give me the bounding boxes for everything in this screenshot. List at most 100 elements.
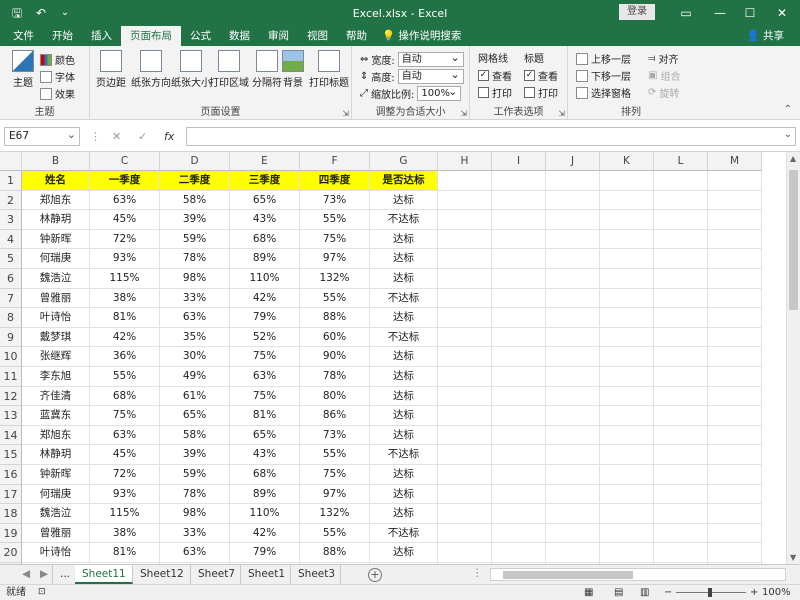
table-cell[interactable]: 81% <box>90 308 160 328</box>
empty-cell[interactable] <box>600 504 654 524</box>
empty-cell[interactable] <box>600 543 654 563</box>
empty-cell[interactable] <box>546 347 600 367</box>
table-cell[interactable]: 达标 <box>370 406 438 426</box>
scroll-up-icon[interactable]: ▲ <box>790 154 796 163</box>
empty-cell[interactable] <box>546 504 600 524</box>
table-cell[interactable]: 达标 <box>370 229 438 250</box>
sheet-tab-sheet12[interactable]: Sheet12 <box>133 565 191 584</box>
zoom-thumb[interactable] <box>708 588 712 597</box>
row-header[interactable]: 7 <box>0 288 22 309</box>
table-cell[interactable]: 钟新晖 <box>22 465 90 485</box>
table-cell[interactable]: 65% <box>230 425 300 446</box>
column-header-F[interactable]: F <box>300 152 370 171</box>
empty-cell[interactable] <box>492 543 546 563</box>
enter-icon[interactable]: ✓ <box>138 127 147 146</box>
table-cell[interactable]: 68% <box>90 386 160 407</box>
table-cell[interactable]: 33% <box>160 288 230 309</box>
close-button[interactable]: ✕ <box>764 0 800 26</box>
empty-cell[interactable] <box>492 308 546 328</box>
headings-print-checkbox[interactable]: 打印 <box>524 85 558 100</box>
empty-cell[interactable] <box>546 288 600 309</box>
tab-data[interactable]: 数据 <box>220 26 259 46</box>
worksheet-grid[interactable]: ▲ ▼ B C D E F G H I J K L M 1 姓名 一季度 二季度 三季度 四季度 是否达标 2 郑旭东 6… <box>0 152 800 564</box>
empty-cell[interactable] <box>600 367 654 387</box>
empty-cell[interactable] <box>600 484 654 505</box>
empty-cell[interactable] <box>438 445 492 465</box>
table-cell[interactable]: 39% <box>160 445 230 465</box>
empty-cell[interactable] <box>546 190 600 211</box>
tab-formulas[interactable]: 公式 <box>181 26 220 46</box>
empty-cell[interactable] <box>654 190 708 211</box>
empty-cell[interactable] <box>438 210 492 230</box>
table-cell[interactable]: 魏浩泣 <box>22 269 90 289</box>
empty-cell[interactable] <box>654 229 708 250</box>
table-cell[interactable]: 达标 <box>370 249 438 269</box>
empty-cell[interactable] <box>654 465 708 485</box>
table-cell[interactable]: 郑旭东 <box>22 190 90 211</box>
empty-cell[interactable] <box>438 543 492 563</box>
table-cell[interactable]: 81% <box>90 543 160 563</box>
table-cell[interactable]: 39% <box>160 210 230 230</box>
horizontal-scrollbar[interactable] <box>490 568 786 581</box>
empty-cell[interactable] <box>492 190 546 211</box>
table-cell[interactable]: 李东旭 <box>22 367 90 387</box>
empty-cell[interactable] <box>654 484 708 505</box>
sheet-tab-sheet11[interactable]: Sheet11 <box>75 565 133 584</box>
empty-cell[interactable] <box>438 249 492 269</box>
tab-insert[interactable]: 插入 <box>82 26 121 46</box>
column-header-C[interactable]: C <box>90 152 160 171</box>
empty-cell[interactable] <box>492 171 546 191</box>
table-cell[interactable]: 达标 <box>370 543 438 563</box>
table-cell[interactable]: 73% <box>300 190 370 211</box>
empty-cell[interactable] <box>708 288 762 309</box>
empty-cell[interactable] <box>438 347 492 367</box>
table-cell[interactable]: 88% <box>300 308 370 328</box>
column-header-J[interactable]: J <box>546 152 600 171</box>
empty-cell[interactable] <box>600 347 654 367</box>
table-cell[interactable]: 38% <box>90 523 160 544</box>
table-cell[interactable]: 68% <box>230 465 300 485</box>
table-cell[interactable]: 33% <box>160 523 230 544</box>
empty-cell[interactable] <box>546 484 600 505</box>
empty-cell[interactable] <box>438 406 492 426</box>
selection-pane-button[interactable]: 选择窗格 <box>576 85 631 100</box>
row-header[interactable]: 10 <box>0 347 22 367</box>
table-cell[interactable]: 叶诗怡 <box>22 543 90 563</box>
empty-cell[interactable] <box>546 308 600 328</box>
empty-cell[interactable] <box>654 406 708 426</box>
empty-cell[interactable] <box>438 269 492 289</box>
empty-cell[interactable] <box>654 327 708 348</box>
column-header-M[interactable]: M <box>708 152 762 171</box>
table-cell[interactable]: 55% <box>300 445 370 465</box>
empty-cell[interactable] <box>708 543 762 563</box>
empty-cell[interactable] <box>708 523 762 544</box>
table-cell[interactable]: 93% <box>90 484 160 505</box>
empty-cell[interactable] <box>492 504 546 524</box>
table-cell[interactable]: 不达标 <box>370 523 438 544</box>
sheet-options-launcher-icon[interactable]: ⇲ <box>558 109 565 118</box>
row-header[interactable]: 9 <box>0 327 22 348</box>
table-cell[interactable]: 75% <box>230 347 300 367</box>
bring-forward-button[interactable]: 上移一层 <box>576 51 631 66</box>
table-cell[interactable]: 78% <box>300 367 370 387</box>
gridlines-print-checkbox[interactable]: 打印 <box>478 85 512 100</box>
empty-cell[interactable] <box>492 269 546 289</box>
table-cell[interactable]: 45% <box>90 210 160 230</box>
empty-cell[interactable] <box>492 425 546 446</box>
table-cell[interactable]: 达标 <box>370 386 438 407</box>
row-header[interactable]: 12 <box>0 386 22 407</box>
table-cell[interactable]: 林静玥 <box>22 210 90 230</box>
empty-cell[interactable] <box>600 386 654 407</box>
tab-home[interactable]: 开始 <box>43 26 82 46</box>
empty-cell[interactable] <box>708 504 762 524</box>
table-cell[interactable]: 58% <box>160 190 230 211</box>
empty-cell[interactable] <box>654 445 708 465</box>
empty-cell[interactable] <box>600 171 654 191</box>
table-cell[interactable]: 达标 <box>370 465 438 485</box>
empty-cell[interactable] <box>600 269 654 289</box>
table-cell[interactable]: 55% <box>300 288 370 309</box>
table-cell[interactable]: 75% <box>300 465 370 485</box>
empty-cell[interactable] <box>654 269 708 289</box>
empty-cell[interactable] <box>654 543 708 563</box>
empty-cell[interactable] <box>600 308 654 328</box>
